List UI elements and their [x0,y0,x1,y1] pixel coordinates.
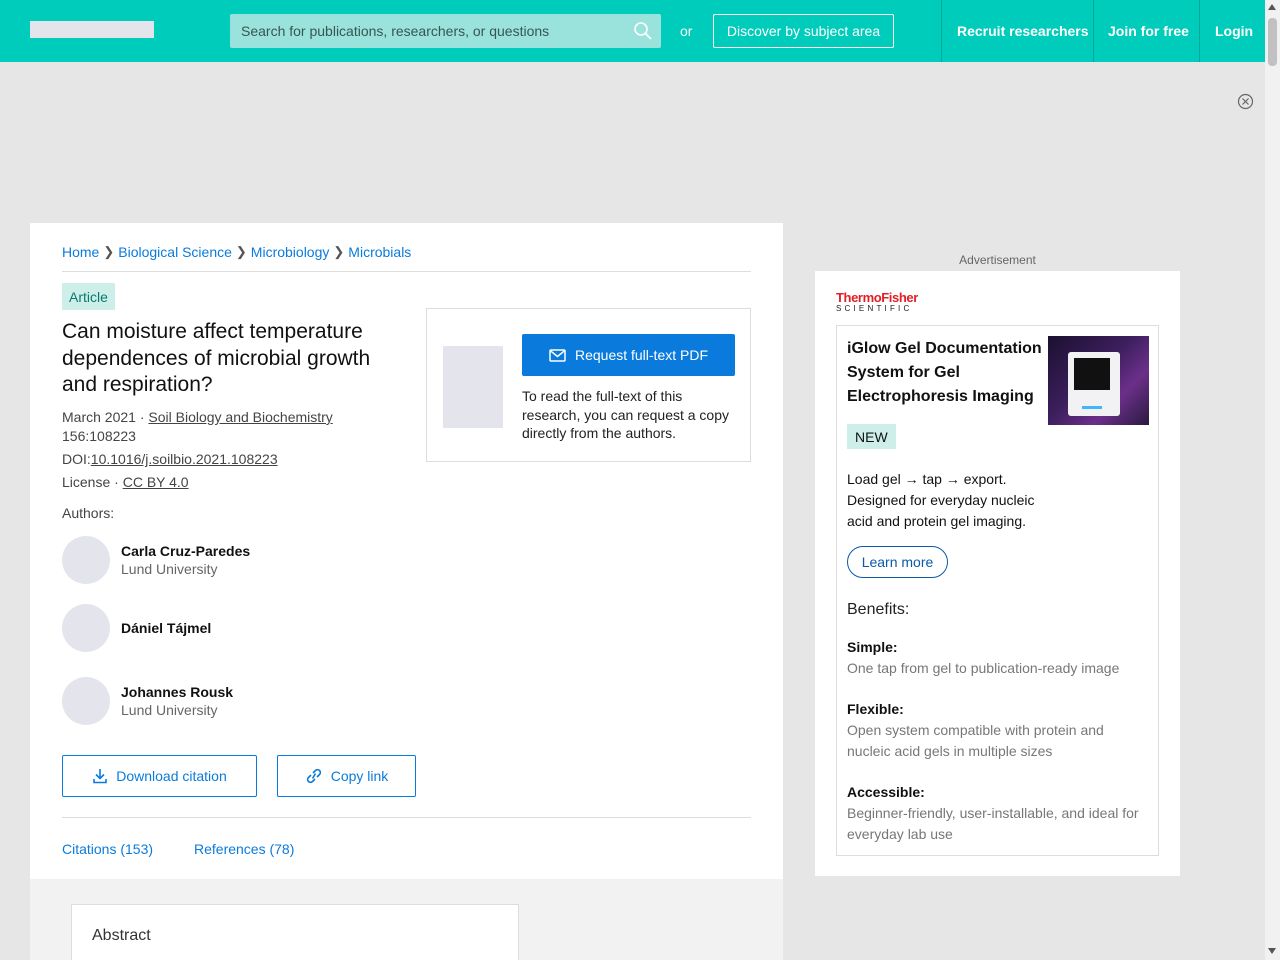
download-citation-label: Download citation [116,768,227,784]
join-for-free-link[interactable]: Join for free [1108,0,1189,62]
author-affiliation: Lund University [121,561,218,577]
new-badge: NEW [847,424,896,449]
request-fulltext-button[interactable]: Request full-text PDF [522,334,735,376]
document-thumbnail [443,346,503,428]
author-name[interactable]: Carla Cruz-Paredes [121,543,250,559]
request-fulltext-box: Request full-text PDF To read the full-t… [426,308,751,462]
author-item[interactable]: Dániel Tájmel [62,604,322,652]
copy-link-button[interactable]: Copy link [277,755,416,797]
advertisement[interactable]: ThermoFisher SCIENTIFIC iGlow Gel Docume… [815,271,1180,876]
recruit-researchers-link[interactable]: Recruit researchers [957,0,1089,62]
device-indicator [1082,406,1102,409]
request-fulltext-description: To read the full-text of this research, … [522,388,730,441]
nav-divider [1093,0,1094,62]
search-box[interactable] [230,14,661,48]
learn-more-button[interactable]: Learn more [847,546,948,578]
login-link[interactable]: Login [1215,0,1253,62]
chevron-right-icon: ❯ [235,244,247,259]
request-fulltext-label: Request full-text PDF [574,347,709,363]
doi-row: DOI:10.1016/j.soilbio.2021.108223 [62,450,278,469]
breadcrumb-microbiology[interactable]: Microbiology [251,244,330,260]
meta-dot: · [139,409,145,425]
close-ad-icon[interactable] [1237,93,1254,110]
author-affiliation: Lund University [121,702,218,718]
benefit-text: One tap from gel to publication-ready im… [847,660,1120,676]
avatar[interactable] [62,677,110,725]
benefit-text: Beginner-friendly, user-installable, and… [847,805,1139,842]
publication-date-journal: March 2021 · Soil Biology and Biochemist… [62,408,333,427]
license-link[interactable]: CC BY 4.0 [123,474,189,490]
abstract-heading: Abstract [92,927,151,944]
article-type-badge: Article [62,283,115,310]
publication-card: Home ❯ Biological Science ❯ Microbiology… [30,223,783,960]
divider [62,817,751,818]
tab-citations[interactable]: Citations (153) [62,841,153,857]
tab-references[interactable]: References (78) [194,841,294,857]
avatar[interactable] [62,604,110,652]
publication-date: March 2021 [62,409,136,425]
ad-description: Load gel → tap → export. Designed for ev… [847,471,1035,529]
breadcrumb: Home ❯ Biological Science ❯ Microbiology… [62,244,411,260]
breadcrumb-home[interactable]: Home [62,244,99,260]
breadcrumb-microbials[interactable]: Microbials [348,244,411,260]
nav-divider [1199,0,1200,62]
nav-divider [941,0,942,62]
download-citation-button[interactable]: Download citation [62,755,257,797]
avatar[interactable] [62,536,110,584]
divider [62,271,751,272]
brand-subtitle: SCIENTIFIC [836,304,913,313]
journal-link[interactable]: Soil Biology and Biochemistry [148,409,332,425]
download-icon [93,769,108,784]
abstract-section: Abstract [71,904,519,960]
scroll-down-arrow-icon[interactable] [1268,948,1276,954]
doi-label: DOI: [62,451,91,467]
authors-heading: Authors: [62,505,115,521]
search-icon[interactable] [633,21,653,41]
ad-title[interactable]: iGlow Gel Documentation System for Gel E… [847,337,1042,409]
advertisement-label: Advertisement [959,253,1036,267]
journal-volume: 156:108223 [62,428,136,444]
benefit-text: Open system compatible with protein and … [847,722,1104,759]
mail-icon [549,348,566,362]
thermofisher-logo[interactable]: ThermoFisher SCIENTIFIC [836,291,918,314]
license-label: License · [62,474,119,490]
author-name[interactable]: Johannes Rousk [121,684,233,700]
benefit-title: Flexible: [847,701,904,717]
site-logo[interactable] [30,21,154,38]
copy-link-label: Copy link [330,768,389,784]
breadcrumb-biological-science[interactable]: Biological Science [118,244,232,260]
page-title: Can moisture affect temperature dependen… [62,320,371,396]
chevron-right-icon: ❯ [333,244,345,259]
author-item[interactable]: Johannes Rousk Lund University [62,677,322,725]
search-input[interactable] [230,14,630,48]
top-navigation-bar: or Discover by subject area Recruit rese… [0,0,1265,62]
author-item[interactable]: Carla Cruz-Paredes Lund University [62,536,322,584]
or-separator-text: or [680,23,693,39]
chevron-right-icon: ❯ [103,244,115,259]
link-icon [306,768,321,784]
benefit-title: Simple: [847,639,898,655]
doi-link[interactable]: 10.1016/j.soilbio.2021.108223 [91,451,278,467]
ad-content: iGlow Gel Documentation System for Gel E… [836,325,1159,856]
scrollbar-thumb[interactable] [1268,18,1277,66]
author-name[interactable]: Dániel Tájmel [121,620,211,636]
discover-by-subject-button[interactable]: Discover by subject area [713,14,894,48]
device-screen [1074,358,1110,390]
product-image[interactable] [1048,336,1149,425]
license-row: License · CC BY 4.0 [62,473,189,492]
page-scrollbar[interactable] [1265,0,1280,960]
benefits-heading: Benefits: [847,601,910,618]
benefit-title: Accessible: [847,784,925,800]
brand-name: ThermoFisher [836,290,918,305]
scroll-up-arrow-icon[interactable] [1268,4,1276,10]
